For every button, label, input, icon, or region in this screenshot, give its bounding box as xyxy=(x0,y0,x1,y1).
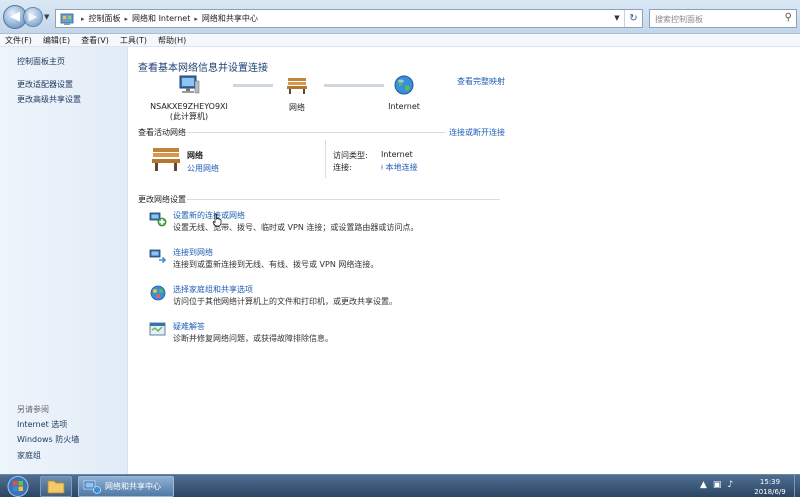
menu-tools[interactable]: 工具(T) xyxy=(120,35,147,46)
folder-icon xyxy=(47,480,65,494)
troubleshoot-desc: 诊断并修复网络问题，或获得故障排除信息。 xyxy=(173,334,333,343)
bench-icon xyxy=(152,148,180,171)
computer-icon xyxy=(179,75,200,94)
address-bar: ◀ ▶ ▼ ▸ 控制面板 ▸ 网络和 Internet ▸ 网络和共享中心 ▼ … xyxy=(0,0,800,34)
clock-time: 15:39 xyxy=(759,478,781,486)
search-input[interactable]: 搜索控制面板 ⚲ xyxy=(649,9,797,28)
computer-sub: (此计算机) xyxy=(169,112,209,121)
change-advanced-sharing-link[interactable]: 更改高级共享设置 xyxy=(17,94,81,105)
forward-button[interactable]: ▶ xyxy=(23,7,43,27)
network-tray-icon[interactable]: ▣ xyxy=(713,480,722,490)
refresh-icon: ↻ xyxy=(629,13,638,24)
arrow-right-icon: ▶ xyxy=(28,10,38,23)
chevron-down-icon: ▼ xyxy=(614,14,620,22)
section-divider xyxy=(187,132,445,133)
access-type-label: 访问类型: xyxy=(333,151,368,160)
arrow-left-icon: ◀ xyxy=(10,9,20,24)
troubleshoot-icon xyxy=(149,322,166,336)
breadcrumb-item-network-internet[interactable]: 网络和 Internet xyxy=(132,13,190,24)
access-type-value: Internet xyxy=(381,150,413,159)
change-settings-header: 更改网络设置 xyxy=(138,195,186,204)
homegroup-options-desc: 访问位于其他网络计算机上的文件和打印机，或更改共享设置。 xyxy=(173,297,397,306)
taskbar-window-label: 网络和共享中心 xyxy=(105,482,161,491)
control-panel-icon xyxy=(60,13,74,25)
menu-bar: 文件(F) 编辑(E) 查看(V) 工具(T) 帮助(H) xyxy=(0,34,800,47)
map-connector-line xyxy=(324,84,384,87)
network-setup-icon xyxy=(149,212,167,227)
connect-network-icon xyxy=(149,249,167,264)
computer-name: NSAKXE9ZHEYO9XI xyxy=(150,102,228,111)
breadcrumb-item-network-center[interactable]: 网络和共享中心 xyxy=(202,13,258,24)
menu-file[interactable]: 文件(F) xyxy=(5,35,32,46)
setup-connection-link[interactable]: 设置新的连接或网络 xyxy=(173,210,245,221)
history-dropdown-button[interactable]: ▼ xyxy=(44,13,52,21)
map-node-internet[interactable]: Internet xyxy=(383,75,425,111)
ethernet-icon: ⍿ xyxy=(381,163,384,172)
local-connection-link[interactable]: ⍿ 本地连接 xyxy=(381,162,418,173)
chevron-right-icon[interactable]: ▸ xyxy=(125,15,129,23)
map-node-network[interactable]: 网络 xyxy=(279,75,315,113)
chevron-down-icon: ▼ xyxy=(44,13,50,21)
active-networks-header: 查看活动网络 xyxy=(138,128,186,137)
breadcrumb[interactable]: ▸ 控制面板 ▸ 网络和 Internet ▸ 网络和共享中心 ▼ ↻ xyxy=(55,9,643,28)
globe-icon xyxy=(394,75,414,95)
refresh-button[interactable]: ↻ xyxy=(624,10,642,27)
connect-disconnect-link[interactable]: 连接或断开连接 xyxy=(449,127,505,138)
network-node-label: 网络 xyxy=(289,103,305,112)
address-dropdown-button[interactable]: ▼ xyxy=(610,10,624,27)
taskbar-clock[interactable]: 15:39 2018/6/9 xyxy=(748,477,792,497)
windows-firewall-link[interactable]: Windows 防火墙 xyxy=(17,434,79,445)
chevron-right-icon[interactable]: ▸ xyxy=(194,15,198,23)
menu-edit[interactable]: 编辑(E) xyxy=(43,35,70,46)
clock-date: 2018/6/9 xyxy=(754,488,786,496)
chevron-right-icon: ▸ xyxy=(81,14,85,23)
connections-label: 连接: xyxy=(333,163,352,172)
start-button[interactable] xyxy=(6,475,30,497)
setup-connection-desc: 设置无线、宽带、拨号、临时或 VPN 连接；或设置路由器或访问点。 xyxy=(173,223,419,232)
homegroup-options-link[interactable]: 选择家庭组和共享选项 xyxy=(173,284,253,295)
homegroup-link[interactable]: 家庭组 xyxy=(17,450,41,461)
breadcrumb-item-control-panel[interactable]: 控制面板 xyxy=(89,13,121,24)
search-placeholder: 搜索控制面板 xyxy=(655,15,703,24)
menu-view[interactable]: 查看(V) xyxy=(81,35,109,46)
taskbar: 网络和共享中心 ▲ ▣ ♪ 15:39 2018/6/9 xyxy=(0,474,800,497)
main-content: 查看基本网络信息并设置连接 查看完整映射 NSAKXE9ZHEYO9XI (此计… xyxy=(129,47,800,474)
view-full-map-link[interactable]: 查看完整映射 xyxy=(457,76,505,87)
network-location-link[interactable]: 公用网络 xyxy=(187,163,219,174)
bench-icon xyxy=(287,78,307,94)
tray-expand-icon[interactable]: ▲ xyxy=(700,480,707,490)
map-node-computer[interactable]: NSAKXE9ZHEYO9XI (此计算机) xyxy=(149,75,229,122)
connect-to-network-link[interactable]: 连接到网络 xyxy=(173,247,213,258)
vertical-divider xyxy=(325,140,326,178)
volume-icon[interactable]: ♪ xyxy=(727,480,733,490)
local-connection-label: 本地连接 xyxy=(385,163,418,172)
change-adapter-settings-link[interactable]: 更改适配器设置 xyxy=(17,79,73,90)
system-tray: ▲ ▣ ♪ xyxy=(700,480,733,490)
see-also-label: 另请参阅 xyxy=(17,405,49,414)
hand-cursor-icon xyxy=(212,213,222,227)
connect-to-network-desc: 连接到或重新连接到无线、有线、拨号或 VPN 网络连接。 xyxy=(173,260,379,269)
homegroup-icon xyxy=(150,285,166,301)
taskbar-explorer-button[interactable] xyxy=(40,476,72,497)
show-desktop-button[interactable] xyxy=(794,475,800,497)
search-icon: ⚲ xyxy=(784,12,792,23)
network-center-icon xyxy=(83,480,101,494)
page-title: 查看基本网络信息并设置连接 xyxy=(138,63,268,74)
internet-node-label: Internet xyxy=(388,102,420,111)
control-panel-home-link[interactable]: 控制面板主页 xyxy=(17,56,65,67)
menu-help[interactable]: 帮助(H) xyxy=(158,35,186,46)
left-panel: 控制面板主页 更改适配器设置 更改高级共享设置 另请参阅 Internet 选项… xyxy=(0,47,128,474)
internet-options-link[interactable]: Internet 选项 xyxy=(17,419,67,430)
section-divider xyxy=(187,199,500,200)
map-connector-line xyxy=(233,84,273,87)
taskbar-network-center-button[interactable]: 网络和共享中心 xyxy=(78,476,174,497)
troubleshoot-link[interactable]: 疑难解答 xyxy=(173,321,205,332)
active-network-name: 网络 xyxy=(187,151,203,160)
